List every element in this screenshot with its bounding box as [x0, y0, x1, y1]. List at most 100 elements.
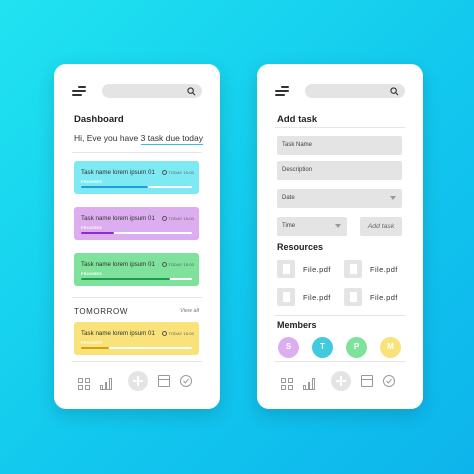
- check-mark-icon: [183, 378, 189, 384]
- time-placeholder: Time: [282, 223, 296, 229]
- member-initial: S: [285, 342, 292, 351]
- task-name: Task name lorem ipsum 01: [81, 215, 155, 222]
- check-mark-icon: [386, 378, 392, 384]
- file-item[interactable]: File.pdf: [277, 288, 337, 306]
- date-select[interactable]: Date: [277, 189, 402, 208]
- progress-fill: [81, 232, 115, 234]
- task-date-text: TODAY 15:00: [168, 217, 194, 221]
- progress-label: PROGRES: [81, 272, 103, 276]
- grid-icon[interactable]: [78, 378, 90, 390]
- progress-fill: [81, 278, 170, 280]
- task-name: Task name lorem ipsum 01: [81, 169, 155, 176]
- search-icon: [187, 87, 196, 96]
- search-input[interactable]: [305, 84, 405, 98]
- top-bar: [275, 84, 405, 98]
- search-input[interactable]: [102, 84, 202, 98]
- time-select[interactable]: Time: [277, 217, 347, 236]
- tomorrow-heading: TOMORROW: [74, 307, 128, 316]
- task-name: Task name lorem ipsum 01: [81, 330, 155, 337]
- resources-heading: Resources: [277, 242, 324, 252]
- divider: [275, 361, 405, 362]
- divider: [72, 152, 202, 153]
- task-date: TODAY 15:00: [161, 262, 194, 267]
- date-placeholder: Date: [282, 195, 295, 201]
- progress-bar: [81, 232, 192, 234]
- member-avatar[interactable]: S: [278, 337, 299, 358]
- task-date-text: TODAY 15:00: [168, 263, 194, 267]
- task-date-text: TODAY 15:00: [168, 171, 194, 175]
- member-avatar[interactable]: P: [346, 337, 367, 358]
- top-bar: [72, 84, 202, 98]
- divider: [72, 297, 202, 298]
- file-item[interactable]: File.pdf: [344, 260, 404, 278]
- progress-fill: [81, 347, 109, 349]
- task-card[interactable]: Task name lorem ipsum 01 TODAY 15:00 PRO…: [74, 161, 199, 194]
- progress-label: PROGRES: [81, 341, 103, 345]
- greeting-prefix: Hi, Eve you have: [74, 133, 141, 143]
- task-date-text: TODAY 15:00: [168, 332, 194, 336]
- file-item[interactable]: File.pdf: [344, 288, 404, 306]
- dashboard-screen: Dashboard Hi, Eve you have 3 task due to…: [54, 64, 220, 409]
- member-avatar[interactable]: M: [380, 337, 401, 358]
- file-icon: [344, 288, 362, 306]
- bottom-nav: [72, 370, 202, 398]
- member-initial: T: [320, 342, 325, 351]
- chart-icon[interactable]: [303, 378, 315, 390]
- clock-icon: [161, 170, 167, 175]
- page-title: Dashboard: [74, 114, 124, 125]
- task-card[interactable]: Task name lorem ipsum 01 TODAY 15:00 PRO…: [74, 322, 199, 355]
- due-count-link[interactable]: 3 task due today: [140, 133, 204, 145]
- add-task-button[interactable]: Add task: [360, 217, 402, 236]
- members-heading: Members: [277, 320, 317, 330]
- chevron-down-icon: [335, 224, 341, 228]
- progress-fill: [81, 186, 148, 188]
- task-name-field[interactable]: Task Name: [277, 136, 402, 155]
- member-initial: P: [353, 342, 360, 351]
- file-name: File.pdf: [303, 265, 331, 274]
- clock-icon: [161, 216, 167, 221]
- description-field[interactable]: Description: [277, 161, 402, 180]
- menu-icon[interactable]: [275, 86, 289, 96]
- chart-icon[interactable]: [100, 378, 112, 390]
- grid-icon[interactable]: [281, 378, 293, 390]
- calendar-icon[interactable]: [158, 375, 170, 387]
- task-date: TODAY 15:00: [161, 331, 194, 336]
- add-button[interactable]: [331, 371, 351, 391]
- chevron-down-icon: [390, 196, 396, 200]
- clock-icon: [161, 262, 167, 267]
- task-name-placeholder: Task Name: [282, 142, 313, 148]
- progress-bar: [81, 278, 192, 280]
- check-icon[interactable]: [383, 375, 395, 387]
- add-task-screen: Add task Task Name Description Date Time…: [257, 64, 423, 409]
- task-name: Task name lorem ipsum 01: [81, 261, 155, 268]
- description-placeholder: Description: [282, 167, 313, 173]
- member-avatar[interactable]: T: [312, 337, 333, 358]
- task-date: TODAY 15:00: [161, 170, 194, 175]
- check-icon[interactable]: [180, 375, 192, 387]
- calendar-icon[interactable]: [361, 375, 373, 387]
- add-task-button-label: Add task: [367, 223, 395, 230]
- progress-label: PROGRES: [81, 226, 103, 230]
- progress-bar: [81, 186, 192, 188]
- divider: [275, 127, 405, 128]
- add-button[interactable]: [128, 371, 148, 391]
- progress-label: PROGRES: [81, 180, 103, 184]
- task-card[interactable]: Task name lorem ipsum 01 TODAY 15:00 PRO…: [74, 207, 199, 240]
- search-icon: [390, 87, 399, 96]
- clock-icon: [161, 331, 167, 336]
- task-card[interactable]: Task name lorem ipsum 01 TODAY 15:00 PRO…: [74, 253, 199, 286]
- progress-bar: [81, 347, 192, 349]
- bottom-nav: [275, 370, 405, 398]
- file-item[interactable]: File.pdf: [277, 260, 337, 278]
- greeting-text: Hi, Eve you have 3 task due today: [74, 133, 204, 145]
- view-all-link[interactable]: View all: [180, 308, 199, 314]
- member-initial: M: [387, 342, 394, 351]
- menu-icon[interactable]: [72, 86, 86, 96]
- page-title: Add task: [277, 114, 318, 125]
- file-icon: [277, 288, 295, 306]
- file-icon: [277, 260, 295, 278]
- file-name: File.pdf: [370, 293, 398, 302]
- file-name: File.pdf: [303, 293, 331, 302]
- file-name: File.pdf: [370, 265, 398, 274]
- file-icon: [344, 260, 362, 278]
